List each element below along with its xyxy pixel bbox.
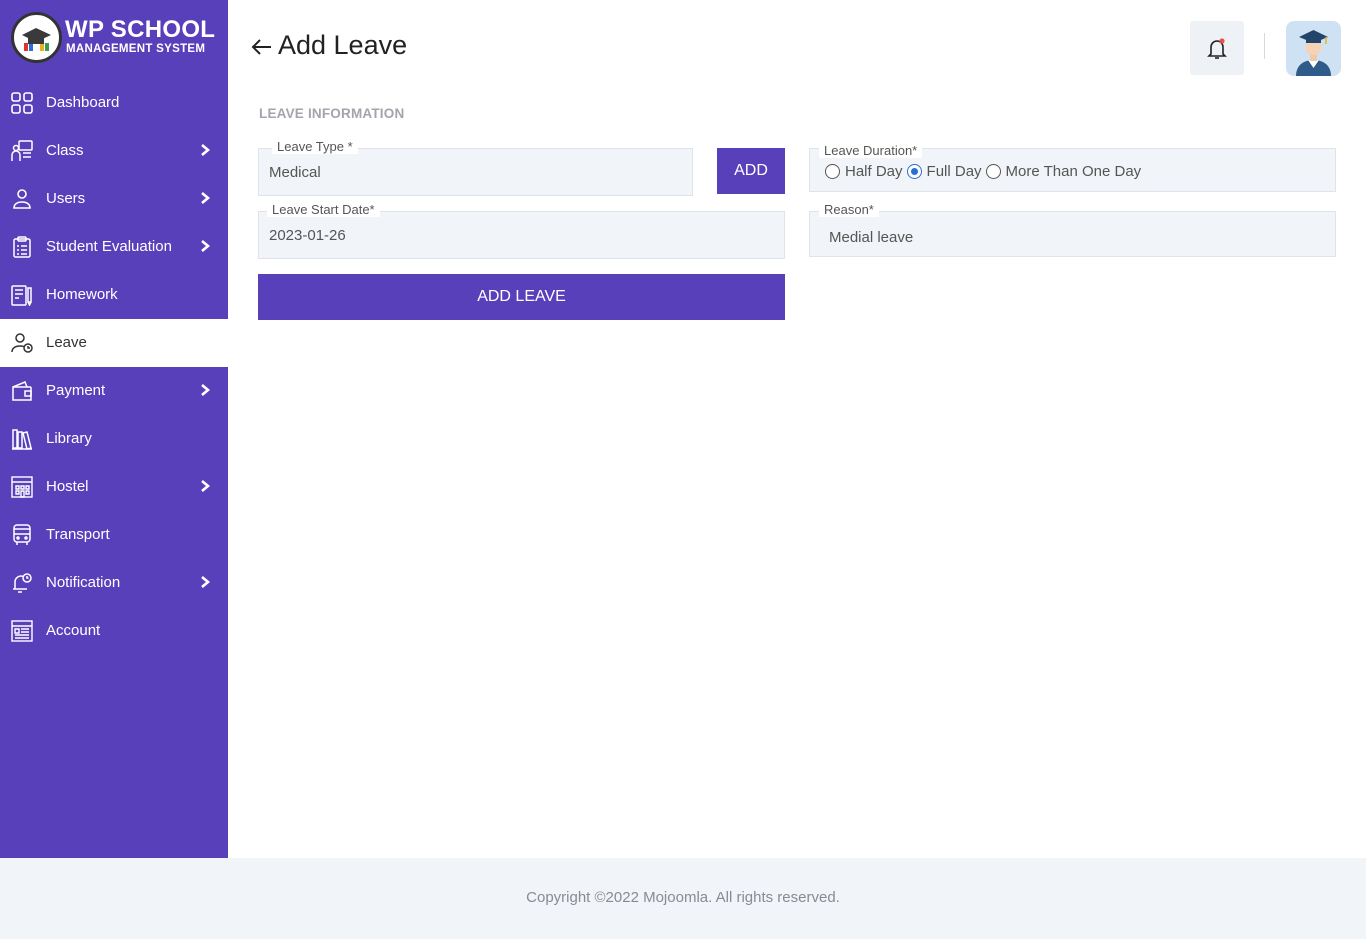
sidebar-item-hostel[interactable]: Hostel <box>0 463 228 511</box>
sidebar-item-label: Account <box>46 622 101 639</box>
sidebar-item-transport[interactable]: Transport <box>0 511 228 559</box>
chevron-right-icon <box>201 240 211 252</box>
chevron-right-icon <box>201 144 211 156</box>
add-leave-button[interactable]: ADD LEAVE <box>258 274 785 320</box>
notification-button[interactable] <box>1190 21 1244 75</box>
sidebar-item-library[interactable]: Library <box>0 415 228 463</box>
notification-icon <box>13 573 32 593</box>
grid-icon <box>11 92 33 114</box>
graduate-avatar-icon <box>1296 30 1331 76</box>
leave-type-label: Leave Type * <box>272 139 358 154</box>
section-title: LEAVE INFORMATION <box>259 106 405 121</box>
clipboard-icon <box>13 236 31 258</box>
chevron-right-icon <box>201 192 211 204</box>
sidebar-nav: Dashboard Class Users Student Evaluation <box>0 79 228 655</box>
hostel-icon <box>11 476 33 498</box>
radio-more-than-one-day[interactable]: More Than One Day <box>985 163 1142 180</box>
sidebar-item-label: Student Evaluation <box>46 238 172 255</box>
brand-title: WP SCHOOL <box>65 16 216 43</box>
sidebar-item-student-evaluation[interactable]: Student Evaluation <box>0 223 228 271</box>
sidebar-item-homework[interactable]: Homework <box>0 271 228 319</box>
sidebar-item-label: Notification <box>46 574 121 591</box>
sidebar-item-dashboard[interactable]: Dashboard <box>0 79 228 127</box>
page-title: Add Leave <box>278 30 408 60</box>
bus-icon <box>13 524 31 545</box>
avatar[interactable] <box>1286 21 1341 76</box>
reason-label: Reason* <box>819 202 879 217</box>
reason-field[interactable]: Reason* Medial leave <box>809 202 1336 257</box>
wallet-icon <box>12 381 32 401</box>
school-logo-icon <box>11 12 62 63</box>
sidebar-item-label: Transport <box>46 526 110 543</box>
leave-duration-label: Leave Duration* <box>819 143 923 158</box>
chevron-right-icon <box>201 384 211 396</box>
sidebar-item-class[interactable]: Class <box>0 127 228 175</box>
leave-type-value: Medical <box>269 164 321 181</box>
back-arrow-icon[interactable] <box>250 37 274 57</box>
sidebar-item-label: Payment <box>46 382 106 399</box>
sidebar-item-label: Leave <box>46 334 87 351</box>
radio-label: Full Day <box>926 163 982 180</box>
radio-full-day[interactable]: Full Day <box>906 163 982 180</box>
leave-start-date-value: 2023-01-26 <box>269 227 346 244</box>
chevron-right-icon <box>201 480 211 492</box>
account-icon <box>11 620 33 642</box>
radio-checked-icon[interactable] <box>906 164 922 179</box>
chevron-right-icon <box>201 576 211 588</box>
leave-type-select[interactable]: Leave Type * Medical <box>258 139 693 196</box>
brand-logo[interactable]: WP SCHOOL MANAGEMENT SYSTEM <box>11 12 221 64</box>
sidebar: WP SCHOOL MANAGEMENT SYSTEM Dashboard Cl… <box>0 0 228 858</box>
leave-start-date-field[interactable]: Leave Start Date* 2023-01-26 <box>258 202 785 259</box>
sidebar-item-notification[interactable]: Notification <box>0 559 228 607</box>
leave-duration-options: Half Day Full Day More Than One Day <box>825 163 1145 180</box>
homework-icon <box>11 285 32 306</box>
sidebar-item-account[interactable]: Account <box>0 607 228 655</box>
sidebar-item-label: Library <box>46 430 92 447</box>
leave-icon <box>11 333 33 353</box>
reason-value: Medial leave <box>829 229 914 246</box>
brand-subtitle: MANAGEMENT SYSTEM <box>66 43 206 55</box>
radio-circle-icon[interactable] <box>985 164 1001 179</box>
sidebar-item-payment[interactable]: Payment <box>0 367 228 415</box>
radio-half-day[interactable]: Half Day <box>825 163 903 180</box>
sidebar-item-label: Dashboard <box>46 94 120 111</box>
header-divider <box>1264 33 1265 59</box>
radio-circle-icon[interactable] <box>825 164 840 179</box>
sidebar-item-label: Users <box>46 190 86 207</box>
sidebar-item-label: Hostel <box>46 478 89 495</box>
bell-icon <box>1207 38 1227 59</box>
sidebar-item-label: Homework <box>46 286 118 303</box>
radio-label: Half Day <box>845 163 903 180</box>
footer: Copyright ©2022 Mojoomla. All rights res… <box>0 858 1366 939</box>
class-icon <box>11 140 33 161</box>
sidebar-item-label: Class <box>46 142 84 159</box>
sidebar-item-leave[interactable]: Leave <box>0 319 228 367</box>
copyright-text: Copyright ©2022 Mojoomla. All rights res… <box>526 889 840 906</box>
radio-label: More Than One Day <box>1005 163 1142 180</box>
user-icon <box>13 189 31 209</box>
leave-duration-group: Leave Duration* Half Day Full Day More T… <box>809 143 1336 192</box>
sidebar-item-users[interactable]: Users <box>0 175 228 223</box>
add-leave-type-button[interactable]: ADD <box>717 148 785 194</box>
library-icon <box>12 429 32 450</box>
leave-start-date-label: Leave Start Date* <box>267 202 380 217</box>
